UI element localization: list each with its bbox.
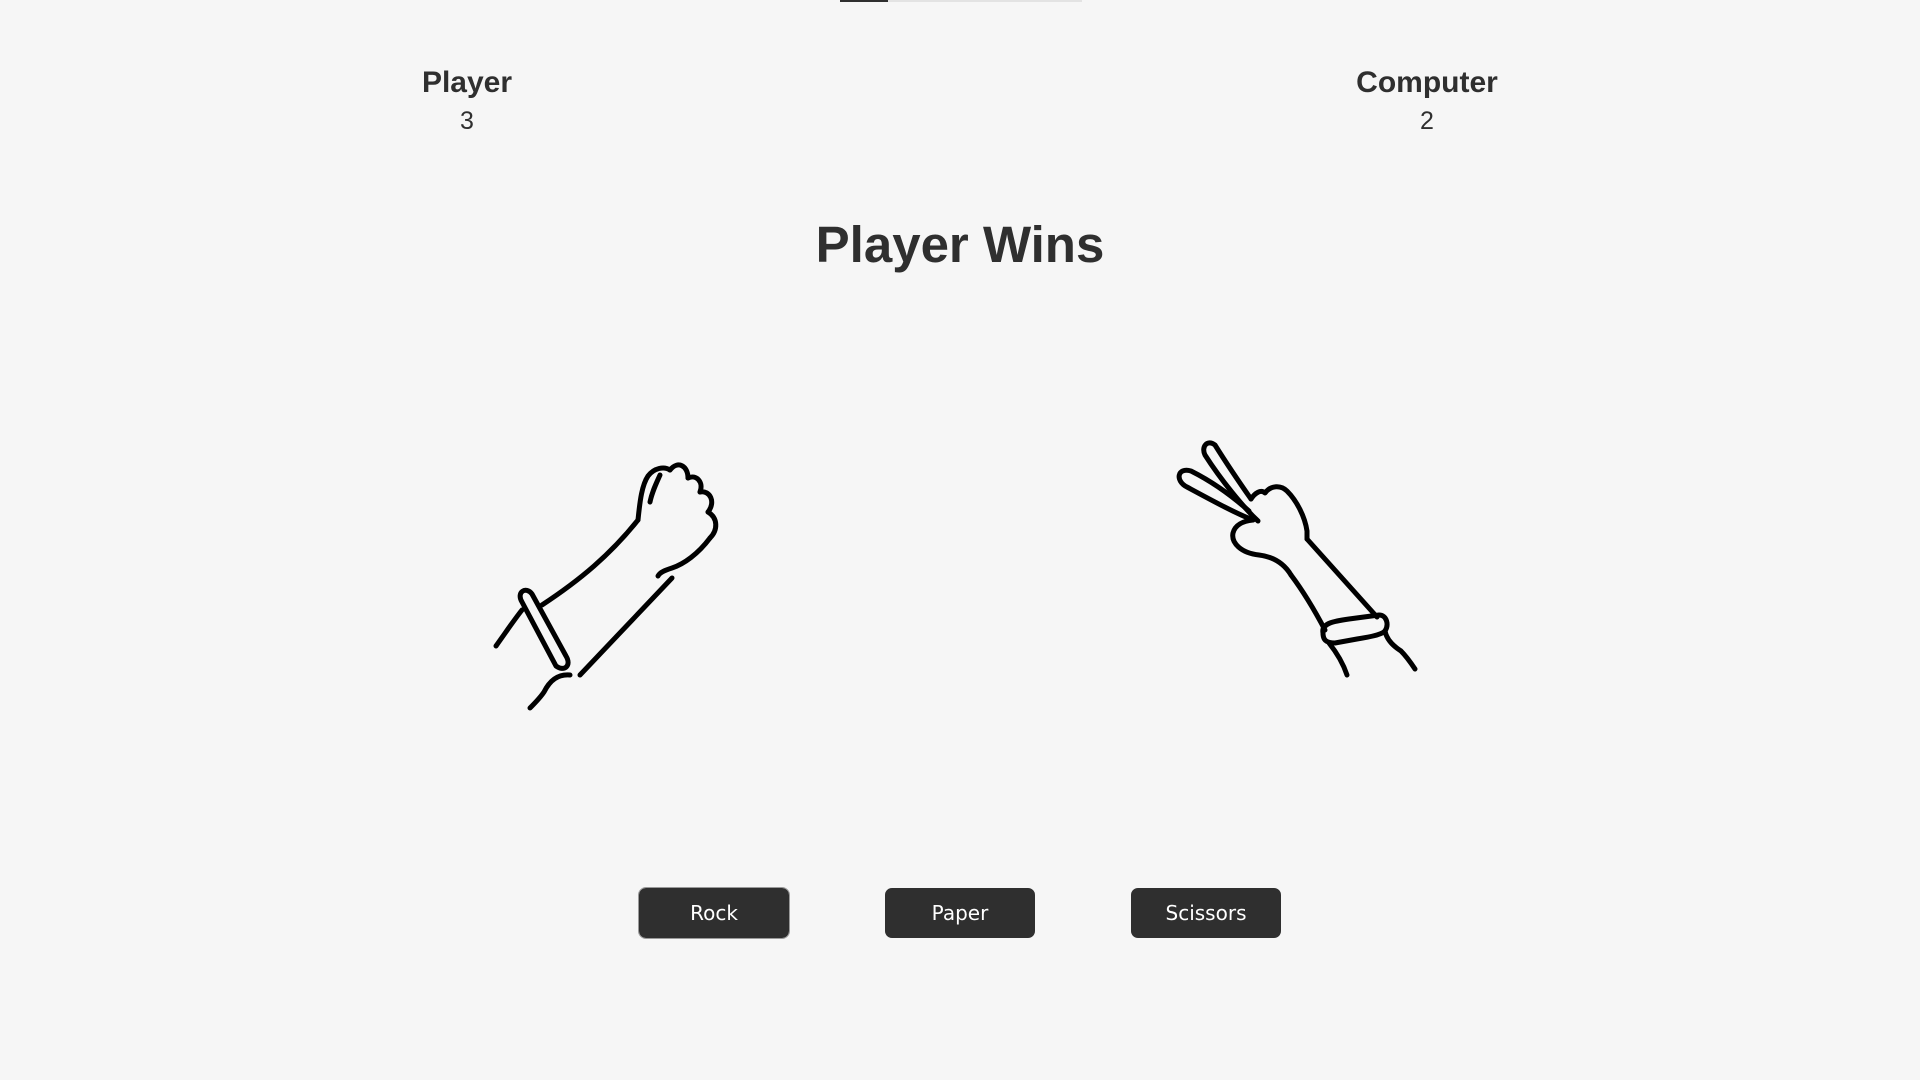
paper-button[interactable]: Paper <box>885 888 1035 938</box>
computer-label: Computer <box>1356 66 1498 99</box>
game-page: Player 3 Computer 2 Player Wins Rock Pap… <box>0 0 1920 1080</box>
rock-button[interactable]: Rock <box>638 887 790 939</box>
player-label: Player <box>421 66 513 99</box>
top-tab-strip <box>840 0 1082 2</box>
computer-score-panel: Computer 2 <box>1297 64 1557 136</box>
rock-fist-icon <box>470 430 770 730</box>
scissors-hand-icon <box>1165 435 1465 735</box>
active-tab-indicator <box>840 0 888 2</box>
choice-buttons: Rock Paper Scissors <box>0 887 1920 940</box>
scissors-button[interactable]: Scissors <box>1131 888 1281 938</box>
player-score: 3 <box>460 107 474 135</box>
player-score-panel: Player 3 <box>337 64 597 136</box>
result-message: Player Wins <box>815 216 1105 273</box>
computer-score: 2 <box>1420 107 1434 135</box>
